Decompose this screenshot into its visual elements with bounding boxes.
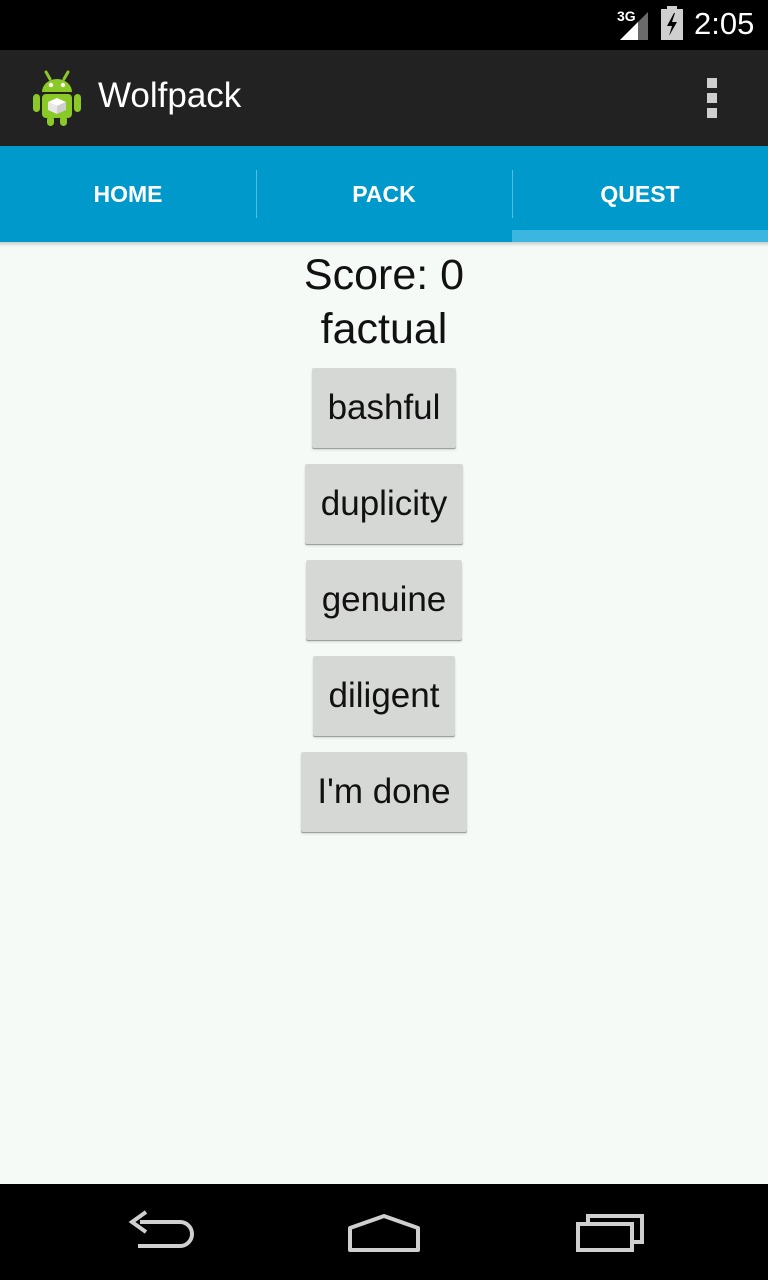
option-button-bashful[interactable]: bashful	[311, 368, 457, 448]
tab-home[interactable]: HOME	[0, 146, 256, 242]
tab-pack[interactable]: PACK	[256, 146, 512, 242]
quest-content: Score: 0 factual bashful duplicity genui…	[0, 250, 768, 848]
status-bar: 3G 2:05	[0, 0, 768, 50]
tab-label: HOME	[93, 180, 163, 207]
android-icon	[33, 70, 81, 126]
back-icon[interactable]	[120, 1204, 196, 1260]
home-icon[interactable]	[344, 1204, 424, 1260]
tab-quest[interactable]: QUEST	[512, 146, 768, 242]
recent-apps-icon[interactable]	[572, 1204, 648, 1260]
navigation-bar	[0, 1184, 768, 1280]
tab-bar: HOME PACK QUEST	[0, 146, 768, 242]
network-type-label: 3G	[617, 8, 636, 24]
selected-tab-indicator	[512, 230, 768, 242]
option-button-duplicity[interactable]: duplicity	[304, 464, 464, 544]
quest-word: factual	[320, 305, 448, 353]
done-button[interactable]: I'm done	[301, 752, 467, 832]
tab-label: PACK	[352, 180, 416, 207]
action-bar: Wolfpack	[0, 50, 768, 146]
option-button-diligent[interactable]: diligent	[312, 656, 456, 736]
battery-icon	[661, 6, 683, 40]
status-clock: 2:05	[694, 6, 755, 41]
tab-label: QUEST	[600, 180, 680, 207]
score-label: Score: 0	[303, 251, 465, 299]
tab-shadow	[0, 242, 768, 247]
app-title: Wolfpack	[98, 76, 242, 115]
more-vert-icon[interactable]	[692, 70, 732, 126]
option-button-genuine[interactable]: genuine	[305, 560, 463, 640]
